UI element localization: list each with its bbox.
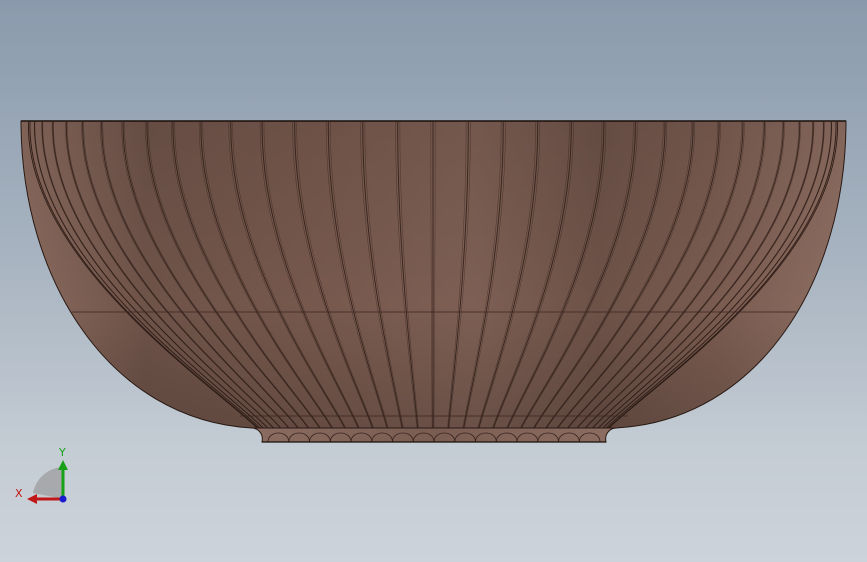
triad-z-axis xyxy=(59,495,67,503)
bowl-body-shading xyxy=(21,121,846,428)
triad-x-label: X xyxy=(15,487,23,500)
triad-y-label: Y xyxy=(58,446,66,459)
bowl-foot xyxy=(251,427,617,443)
model-scene[interactable]: Y X xyxy=(0,0,867,562)
bowl-model[interactable] xyxy=(20,120,847,443)
triad-y-arrow xyxy=(58,460,68,470)
triad-x-arrow xyxy=(27,494,37,504)
view-triad: Y X xyxy=(15,446,68,504)
graphics-viewport[interactable]: Y X xyxy=(0,0,867,562)
